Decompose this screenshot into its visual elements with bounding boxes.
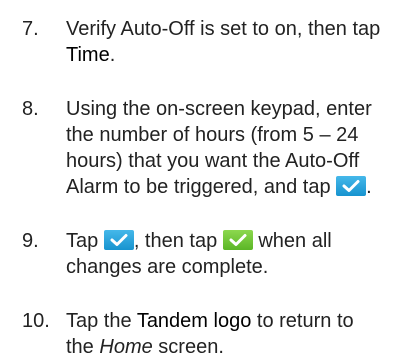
step-number: 9. xyxy=(22,230,39,252)
step-number: 10. xyxy=(22,310,50,332)
tandem-logo-reference: Tandem logo xyxy=(136,310,252,332)
step-text: Tap the Tandem logo to return to the Hom… xyxy=(66,310,354,358)
time-option: Time xyxy=(66,44,110,66)
step-number: 8. xyxy=(22,98,39,120)
confirm-checkmark-icon xyxy=(336,176,367,196)
step-text: Tap , then tap when all changes are comp… xyxy=(66,230,332,278)
step-text: Using the on-screen keypad, enter the nu… xyxy=(66,98,372,198)
save-checkmark-icon xyxy=(222,230,253,250)
step-text: Verify Auto-Off is set to on, then tap T… xyxy=(66,18,381,66)
step-number: 7. xyxy=(22,18,39,40)
home-screen-reference: Home xyxy=(99,336,153,358)
confirm-checkmark-icon xyxy=(103,230,134,250)
